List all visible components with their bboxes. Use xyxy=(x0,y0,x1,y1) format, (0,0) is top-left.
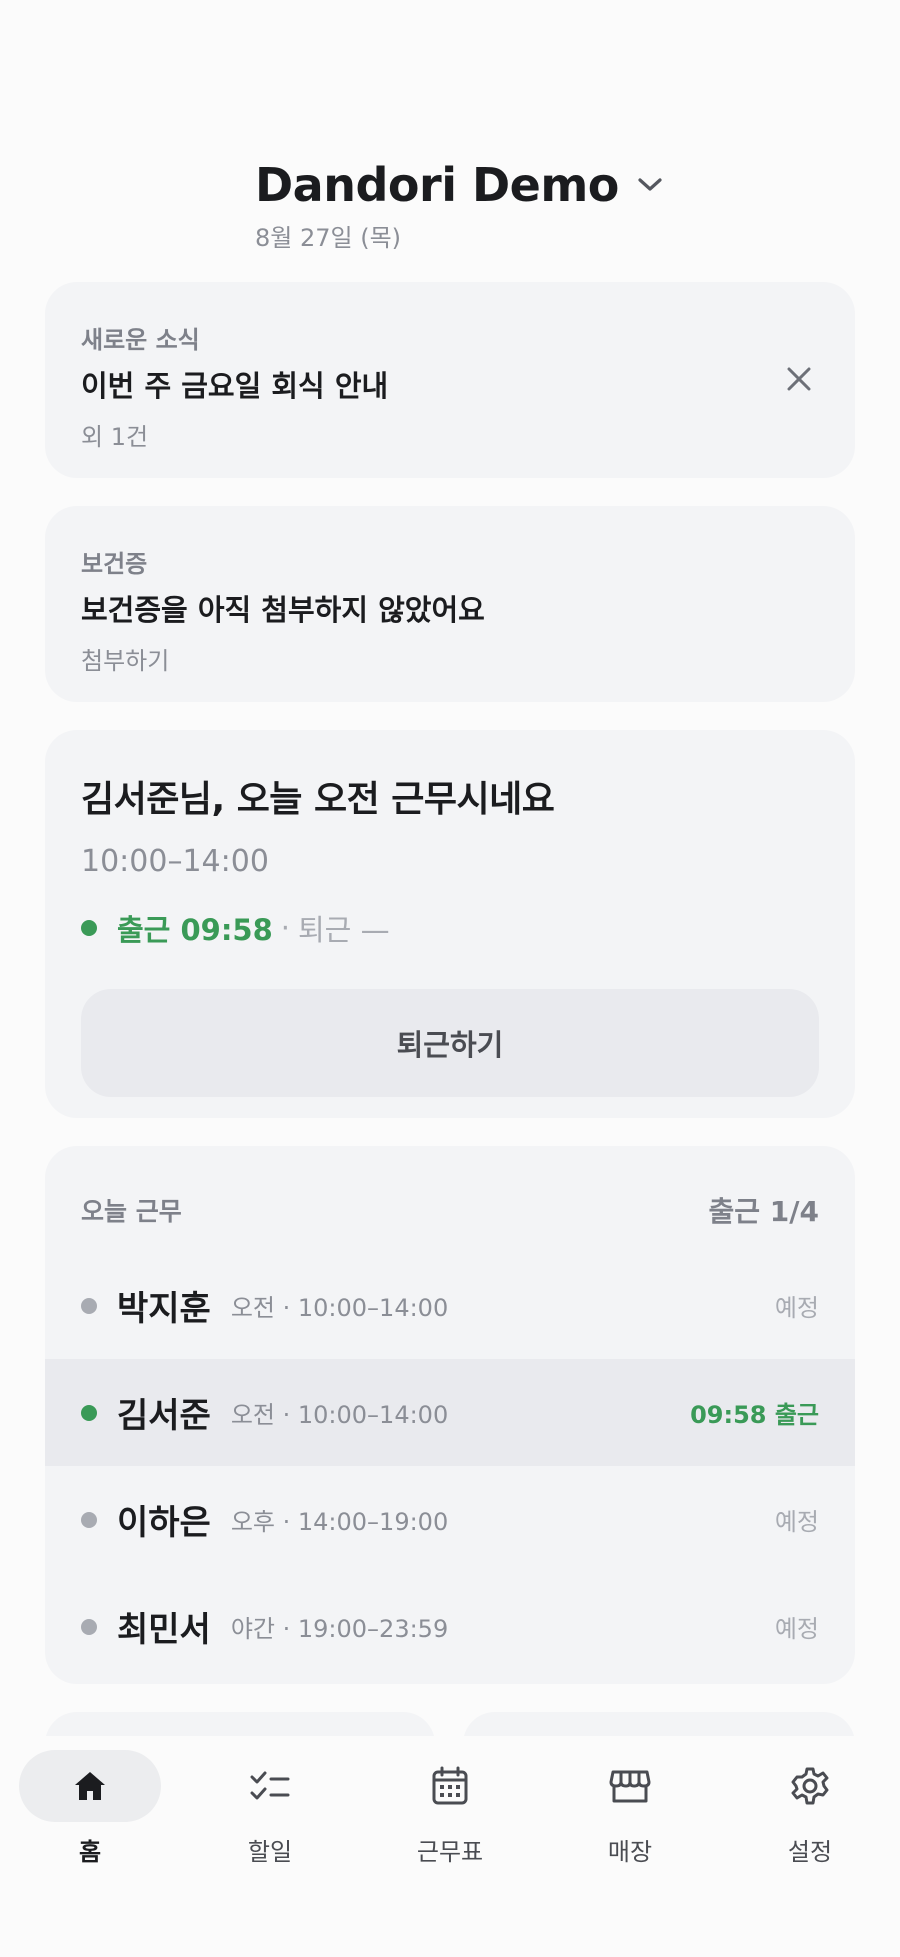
shift-state: 예정 xyxy=(774,1294,819,1322)
attach-link[interactable]: 첨부하기 xyxy=(81,641,819,676)
gear-icon xyxy=(739,1750,881,1822)
status-dot xyxy=(81,1511,97,1528)
clock-in-text: 출근 09:58 xyxy=(117,913,273,947)
nav-label: 근무표 xyxy=(416,1838,484,1866)
nav-item-store[interactable]: 매장 xyxy=(559,1750,701,1957)
nav-item-settings[interactable]: 설정 xyxy=(739,1750,881,1957)
nav-label: 홈 xyxy=(78,1838,102,1866)
calendar-icon xyxy=(379,1750,521,1822)
nav-item-schedule[interactable]: 근무표 xyxy=(379,1750,521,1957)
shift-list: 박지훈 오전 · 10:00–14:00 예정 김서준 오전 · 10:00–1… xyxy=(45,1252,855,1680)
today-shifts-card: 오늘 근무 출근 1/4 박지훈 오전 · 10:00–14:00 예정 김서준… xyxy=(45,1146,855,1684)
clock-out-button[interactable]: 퇴근하기 xyxy=(81,989,819,1097)
chevron-down-icon xyxy=(637,177,663,193)
shift-state: 예정 xyxy=(774,1508,819,1536)
close-news-button[interactable] xyxy=(782,362,816,396)
shift-state: 09:58 출근 xyxy=(690,1401,819,1429)
bottom-nav: 홈 할일 근무표 매장 설정 xyxy=(0,1736,900,1957)
health-title: 보건증을 아직 첨부하지 않았어요 xyxy=(81,593,485,627)
nav-label: 매장 xyxy=(607,1838,653,1866)
status-separator: · xyxy=(280,911,290,945)
home-icon xyxy=(19,1750,161,1822)
employee-name: 박지훈 xyxy=(117,1289,211,1329)
shift-meta: 오전 · 10:00–14:00 xyxy=(230,1401,449,1429)
status-dot xyxy=(81,1404,97,1421)
health-certificate-card[interactable]: 보건증 보건증을 아직 첨부하지 않았어요 첨부하기 xyxy=(45,506,855,702)
health-label: 보건증 xyxy=(81,550,148,578)
shift-card: 김서준님, 오늘 오전 근무시네요 10:00–14:00 출근 09:58 ·… xyxy=(45,730,855,1118)
close-icon xyxy=(787,367,811,391)
table-row[interactable]: 최민서 야간 · 19:00–23:59 예정 xyxy=(45,1573,855,1680)
status-dot xyxy=(81,920,97,936)
news-title: 이번 주 금요일 회식 안내 xyxy=(81,369,389,403)
today-label: 오늘 근무 xyxy=(81,1197,182,1226)
shift-greeting: 김서준님, 오늘 오전 근무시네요 xyxy=(81,779,555,820)
employee-name: 김서준 xyxy=(117,1396,211,1436)
store-name: Dandori Demo xyxy=(255,158,619,212)
store-icon xyxy=(559,1750,701,1822)
news-label: 새로운 소식 xyxy=(81,326,200,354)
shift-time: 10:00–14:00 xyxy=(81,844,269,879)
shift-meta: 오후 · 14:00–19:00 xyxy=(230,1508,449,1536)
table-row[interactable]: 이하은 오후 · 14:00–19:00 예정 xyxy=(45,1466,855,1573)
table-row[interactable]: 김서준 오전 · 10:00–14:00 09:58 출근 xyxy=(45,1359,855,1466)
clock-out-text: 퇴근 — xyxy=(298,913,390,947)
shift-state: 예정 xyxy=(774,1615,819,1643)
news-card[interactable]: 새로운 소식 이번 주 금요일 회식 안내 외 1건 xyxy=(45,282,855,478)
status-dot xyxy=(81,1618,97,1635)
table-row[interactable]: 박지훈 오전 · 10:00–14:00 예정 xyxy=(45,1252,855,1359)
attendance-status: 출근 09:58 · 퇴근 — xyxy=(81,907,819,949)
shift-meta: 오전 · 10:00–14:00 xyxy=(230,1294,449,1322)
nav-item-home[interactable]: 홈 xyxy=(19,1750,161,1957)
status-dot xyxy=(81,1297,97,1314)
nav-item-todo[interactable]: 할일 xyxy=(199,1750,341,1957)
checklist-icon xyxy=(199,1750,341,1822)
news-more: 외 1건 xyxy=(81,423,149,451)
employee-name: 최민서 xyxy=(117,1610,211,1650)
header: Dandori Demo 8월 27일 (목) xyxy=(255,158,663,253)
attendance-count: 출근 1/4 xyxy=(708,1195,819,1228)
header-date: 8월 27일 (목) xyxy=(255,224,402,252)
nav-label: 할일 xyxy=(247,1838,293,1866)
store-selector[interactable]: Dandori Demo xyxy=(255,158,663,212)
nav-label: 설정 xyxy=(787,1838,833,1866)
shift-meta: 야간 · 19:00–23:59 xyxy=(230,1615,449,1643)
employee-name: 이하은 xyxy=(117,1503,211,1543)
